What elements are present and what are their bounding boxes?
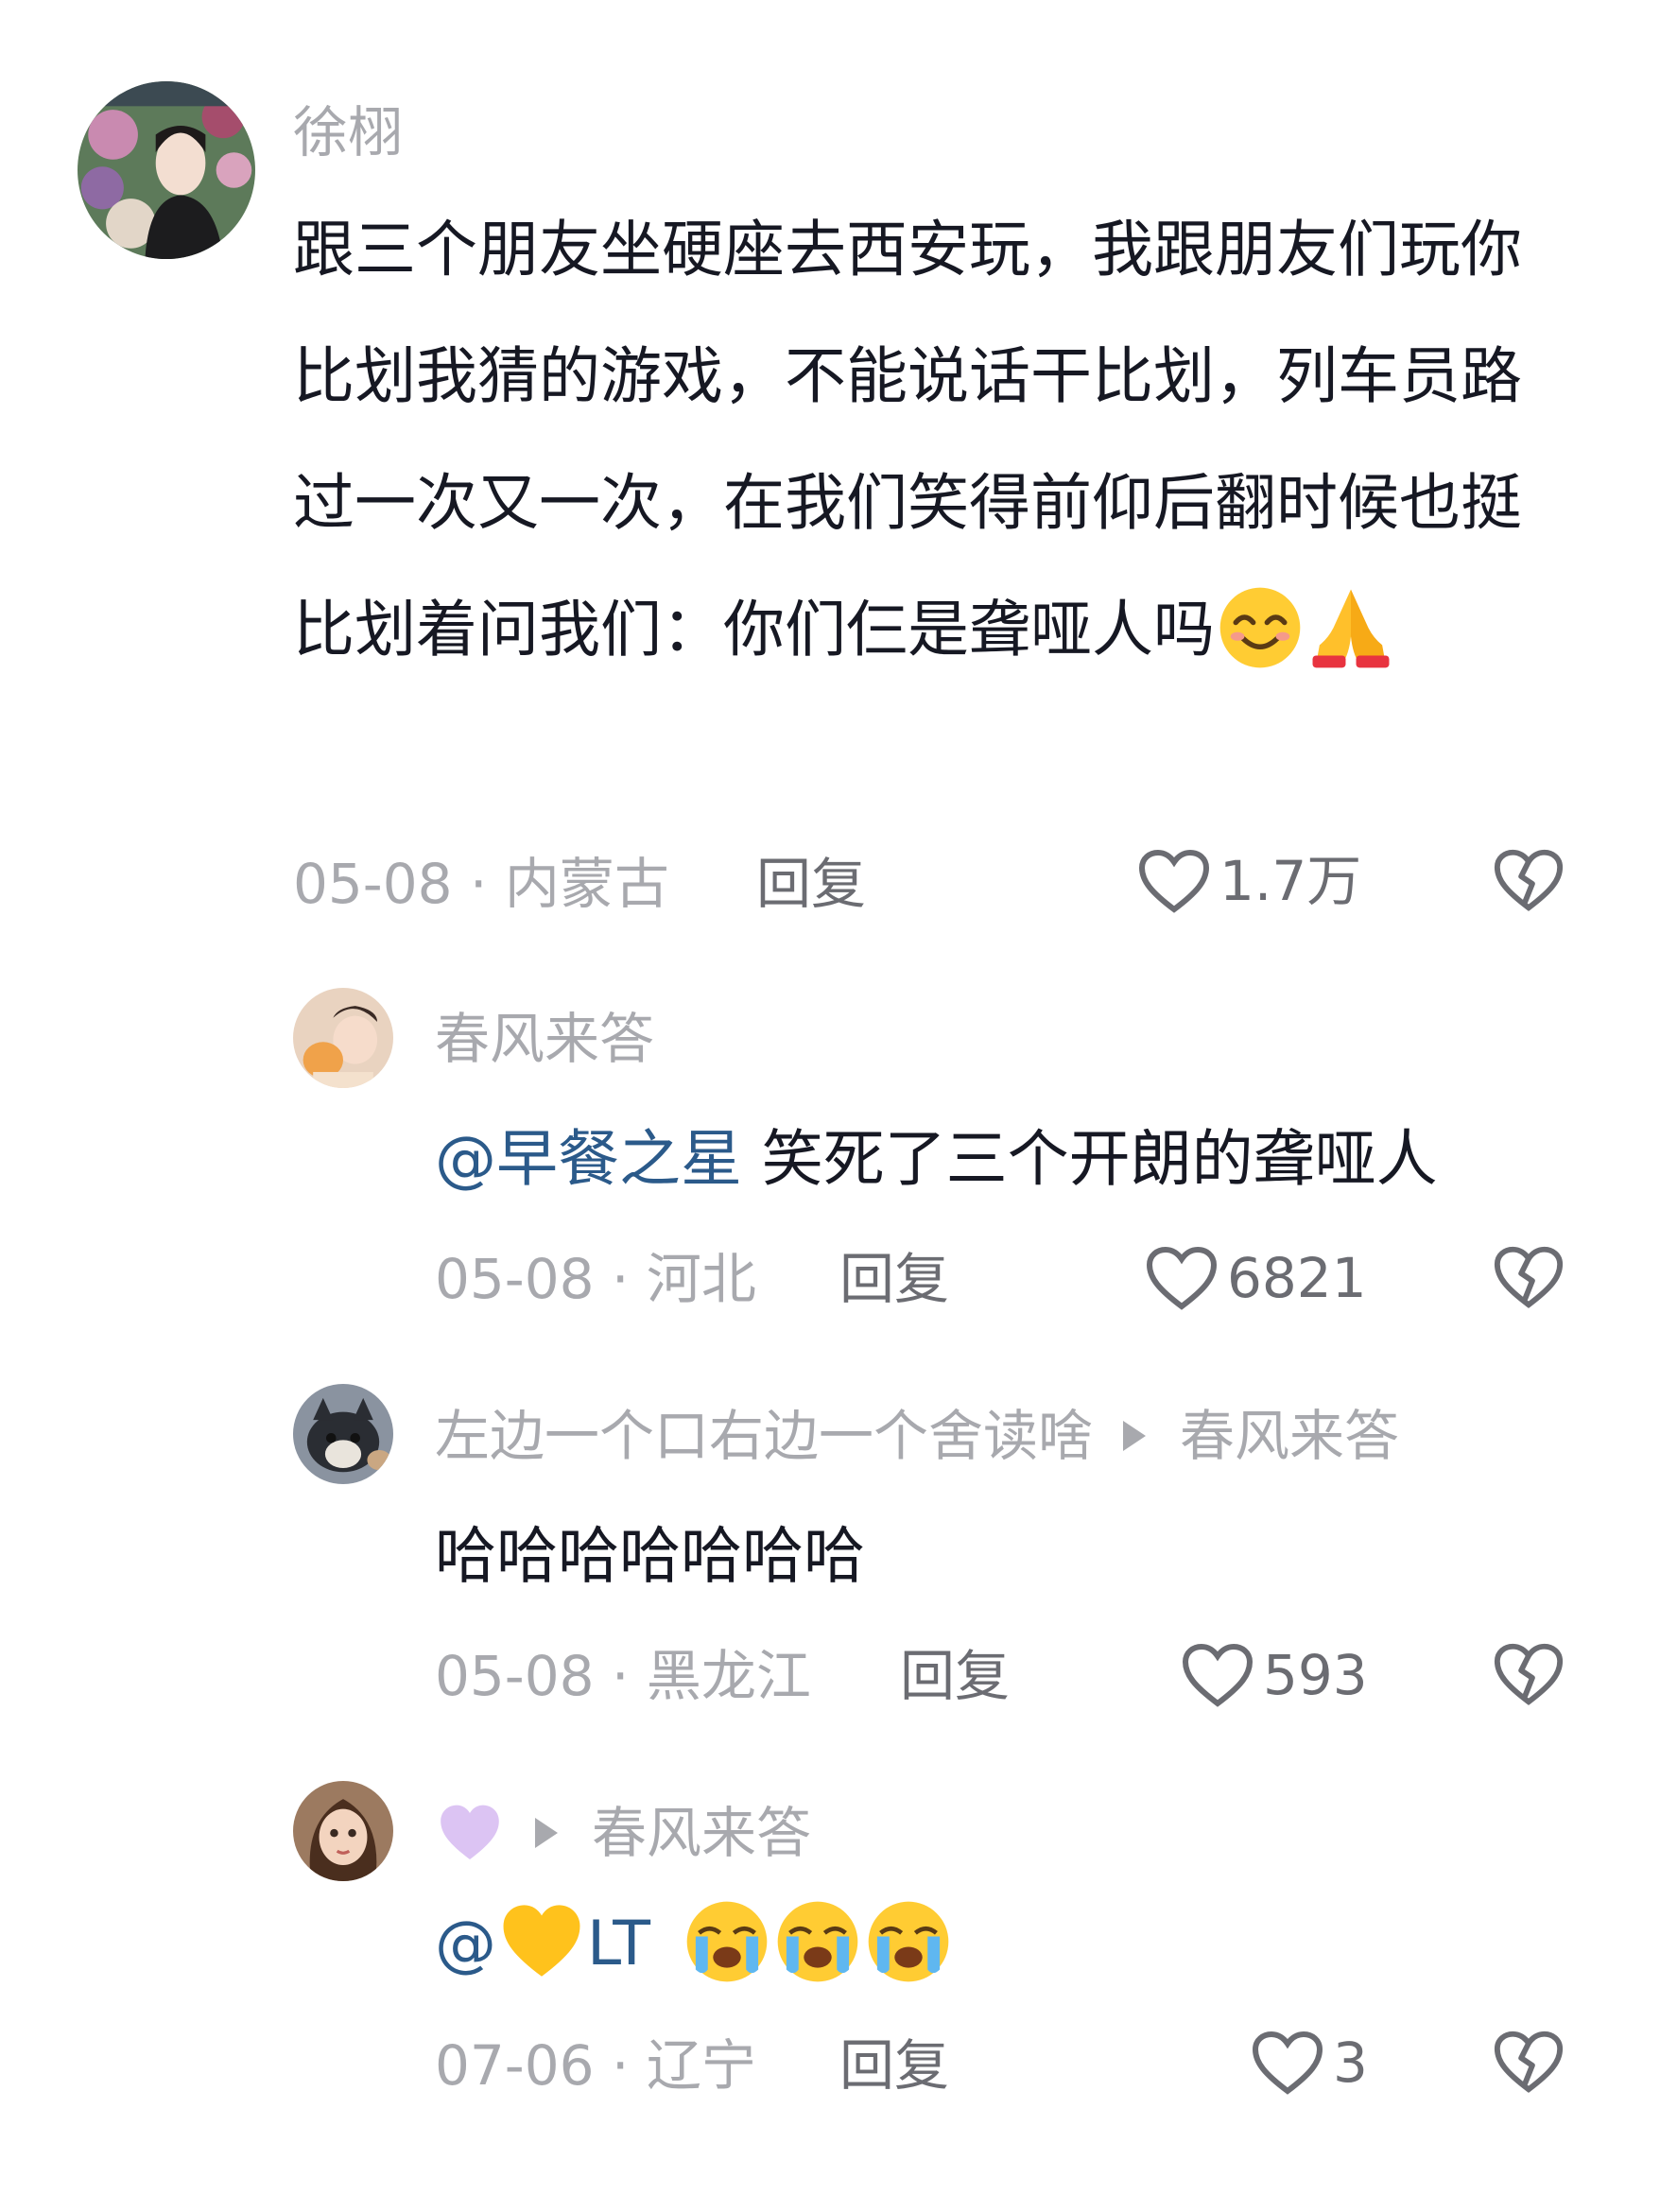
- crying-face-emoji: [774, 1898, 861, 1985]
- mention-link[interactable]: @ LT: [435, 1905, 650, 1979]
- crying-face-emoji: [683, 1898, 770, 1985]
- avatar[interactable]: [293, 1384, 393, 1484]
- comment-text: @早餐之星 笑死了三个开朗的聋哑人: [435, 1097, 1626, 1223]
- reply-arrow-icon: [1123, 1421, 1147, 1451]
- heart-icon: [1146, 1246, 1218, 1310]
- comment-text-content: 笑死了三个开朗的聋哑人: [742, 1124, 1438, 1195]
- reply-button[interactable]: 回复: [900, 1643, 1010, 1709]
- comment-text-content: 哈哈哈哈哈哈哈: [435, 1521, 866, 1592]
- heart-icon: [1252, 2031, 1323, 2095]
- reply-arrow-icon: [535, 1818, 558, 1848]
- folded-hands-emoji: [1307, 584, 1394, 671]
- reply-to-username[interactable]: 春风来答: [1180, 1403, 1399, 1469]
- username-text[interactable]: 左边一个口右边一个舍读啥: [435, 1403, 1093, 1469]
- comment-meta: 05-08 · 河北: [435, 1247, 756, 1311]
- comment-username: 春风来答: [435, 1800, 811, 1866]
- reply-button[interactable]: 回复: [756, 851, 866, 917]
- comment-username[interactable]: 徐栩: [293, 99, 403, 165]
- like-button[interactable]: 3: [1250, 2029, 1368, 2097]
- comment-username[interactable]: 春风来答: [435, 1006, 654, 1072]
- avatar[interactable]: [78, 81, 255, 259]
- mention-link[interactable]: @早餐之星: [435, 1124, 742, 1195]
- like-count: 3: [1333, 2031, 1368, 2095]
- reply-to-username[interactable]: 春风来答: [592, 1800, 811, 1866]
- mention-at: @: [435, 1909, 496, 1979]
- heart-icon: [1138, 849, 1210, 913]
- comment-meta: 07-06 · 辽宁: [435, 2033, 756, 2098]
- avatar[interactable]: [293, 988, 393, 1088]
- broken-heart-icon[interactable]: [1492, 846, 1565, 914]
- comment-text: @ LT: [435, 1881, 1626, 2008]
- broken-heart-icon[interactable]: [1492, 1243, 1565, 1311]
- like-count: 593: [1263, 1643, 1368, 1707]
- like-button[interactable]: 593: [1180, 1641, 1368, 1709]
- yellow-heart-emoji: [498, 1898, 585, 1985]
- like-button[interactable]: 1.7万: [1136, 847, 1361, 915]
- comment-text: 哈哈哈哈哈哈哈: [435, 1494, 1626, 1620]
- comment-username: 左边一个口右边一个舍读啥 春风来答: [435, 1403, 1399, 1469]
- crying-face-emoji: [865, 1898, 952, 1985]
- like-count: 1.7万: [1219, 849, 1362, 913]
- mention-name: LT: [587, 1909, 650, 1979]
- heart-icon: [1182, 1643, 1254, 1707]
- purple-heart-emoji[interactable]: [437, 1800, 503, 1866]
- comment-meta: 05-08 · 黑龙江: [435, 1644, 811, 1708]
- comment-meta: 05-08 · 内蒙古: [293, 852, 669, 916]
- smiling-face-emoji: [1217, 584, 1304, 671]
- avatar[interactable]: [293, 1781, 393, 1881]
- reply-button[interactable]: 回复: [839, 1246, 949, 1312]
- broken-heart-icon[interactable]: [1492, 1640, 1565, 1708]
- like-button[interactable]: 6821: [1144, 1244, 1367, 1312]
- reply-button[interactable]: 回复: [839, 2032, 949, 2099]
- like-count: 6821: [1227, 1246, 1367, 1310]
- comment-text: 跟三个朋友坐硬座去西安玩，我跟朋友们玩你比划我猜的游戏，不能说话干比划，列车员路…: [293, 187, 1579, 694]
- broken-heart-icon[interactable]: [1492, 2028, 1565, 2096]
